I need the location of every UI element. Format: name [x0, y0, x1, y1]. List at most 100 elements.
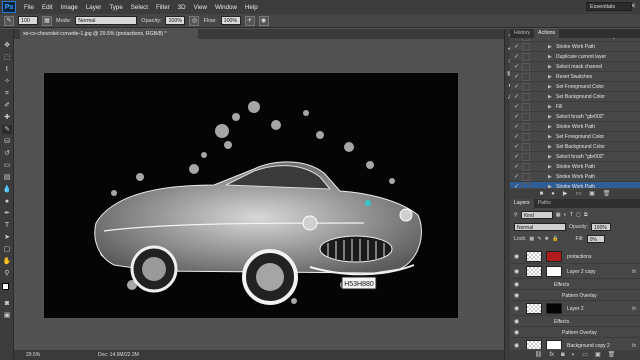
dialog-toggle-box[interactable] [522, 43, 530, 51]
action-row[interactable]: ✓ ▶ Select brush "gbr002" [510, 152, 640, 162]
layer-row[interactable]: ◉ Background copy 2 fx [510, 338, 640, 349]
airbrush-icon[interactable]: ✈ [244, 15, 255, 26]
action-toggle-icon[interactable]: ✓ [514, 54, 520, 60]
menu-3d[interactable]: 3D [174, 4, 190, 11]
add-mask-icon[interactable]: ◙ [561, 350, 565, 360]
new-action-icon[interactable]: ▣ [589, 189, 595, 199]
tab-paths[interactable]: Paths [534, 199, 555, 208]
document-canvas[interactable]: H53H880 [44, 73, 458, 318]
layer-filter-select[interactable]: Kind [520, 211, 553, 219]
action-row[interactable]: ✓ ▶ Stroke Work Path [510, 122, 640, 132]
action-row[interactable]: ✓ ▶ Set Background Color [510, 142, 640, 152]
history-brush-tool-icon[interactable]: ↺ [2, 149, 12, 158]
expand-triangle-icon[interactable]: ▶ [548, 162, 552, 172]
visibility-eye-icon[interactable]: ◉ [514, 281, 519, 288]
hand-tool-icon[interactable]: ✋ [2, 257, 12, 266]
action-row[interactable]: ✓ ▶ Reset Swatches [510, 72, 640, 82]
layer-row[interactable]: ◉ protactions [510, 249, 640, 264]
lock-all-icon[interactable]: 🔒 [552, 236, 558, 242]
action-toggle-icon[interactable]: ✓ [514, 104, 520, 110]
expand-triangle-icon[interactable]: ▶ [548, 112, 552, 122]
dodge-tool-icon[interactable]: ● [2, 197, 12, 206]
effect-row[interactable]: ◉ Effects [510, 279, 640, 290]
visibility-eye-icon[interactable]: ◉ [514, 329, 519, 336]
tab-layers[interactable]: Layers [510, 199, 534, 208]
dialog-toggle-box[interactable] [522, 73, 530, 81]
expand-triangle-icon[interactable]: ▶ [548, 62, 552, 72]
screen-mode-icon[interactable]: ▣ [2, 311, 12, 320]
layer-row[interactable]: ◉ Layer 2 fx [510, 301, 640, 316]
expand-triangle-icon[interactable]: ▶ [548, 82, 552, 92]
flow-field[interactable]: 100% [220, 16, 241, 25]
mode-select[interactable]: Normal [75, 16, 138, 25]
action-toggle-icon[interactable]: ✓ [514, 84, 520, 90]
link-layers-icon[interactable]: ⛓ [535, 350, 543, 360]
menu-file[interactable]: File [20, 4, 38, 11]
brush-tool-icon[interactable]: ✎ [2, 125, 12, 134]
lock-position-icon[interactable]: ✥ [545, 236, 549, 242]
layer-row[interactable]: ◉ Layer 2 copy fx [510, 264, 640, 279]
action-toggle-icon[interactable]: ✓ [514, 164, 520, 170]
action-row[interactable]: ✓ ▶ Stroke Work Path [510, 182, 640, 188]
delete-action-icon[interactable]: 🗑 [603, 189, 611, 199]
new-layer-icon[interactable]: ▣ [595, 350, 601, 360]
eyedropper-tool-icon[interactable]: ✐ [2, 101, 12, 110]
move-tool-icon[interactable]: ✥ [2, 41, 12, 50]
menu-edit[interactable]: Edit [38, 4, 57, 11]
pressure-opacity-icon[interactable]: ◎ [189, 15, 200, 26]
expand-triangle-icon[interactable]: ▶ [548, 102, 552, 112]
action-toggle-icon[interactable]: ✓ [514, 114, 520, 120]
eraser-tool-icon[interactable]: ▭ [2, 161, 12, 170]
action-toggle-icon[interactable]: ✓ [514, 154, 520, 160]
play-icon[interactable]: ▶ [563, 189, 568, 199]
shape-tool-icon[interactable]: ▢ [2, 245, 12, 254]
type-tool-icon[interactable]: T [2, 221, 12, 230]
blur-tool-icon[interactable]: 💧 [2, 185, 12, 194]
blend-mode-select[interactable]: Normal [514, 223, 566, 231]
effect-row[interactable]: ◉ Effects [510, 316, 640, 327]
lock-transparent-icon[interactable]: ▦ [529, 236, 534, 242]
dialog-toggle-box[interactable] [522, 133, 530, 141]
expand-triangle-icon[interactable]: ▶ [548, 182, 552, 188]
brush-tool-icon[interactable]: ✎ [4, 15, 14, 26]
layer-fx-badge[interactable]: fx [632, 343, 636, 349]
dialog-toggle-box[interactable] [522, 103, 530, 111]
dialog-toggle-box[interactable] [522, 173, 530, 181]
action-toggle-icon[interactable]: ✓ [514, 144, 520, 150]
filter-smart-icon[interactable]: ⧉ [584, 212, 588, 219]
healing-brush-tool-icon[interactable]: ✚ [2, 113, 12, 122]
filter-shape-icon[interactable]: ▢ [576, 212, 581, 218]
layer-fx-badge[interactable]: fx [632, 269, 636, 275]
expand-triangle-icon[interactable]: ▶ [548, 132, 552, 142]
effect-row[interactable]: ◉ Pattern Overlay [510, 327, 640, 338]
visibility-eye-icon[interactable]: ◉ [514, 305, 519, 312]
opacity-field[interactable]: 100% [165, 16, 186, 25]
action-row[interactable]: ✓ ▶ Stroke Work Path [510, 42, 640, 52]
action-toggle-icon[interactable]: ✓ [514, 124, 520, 130]
dialog-toggle-box[interactable] [522, 83, 530, 91]
foreground-color-swatch[interactable] [2, 283, 9, 290]
action-toggle-icon[interactable]: ✓ [514, 134, 520, 140]
action-toggle-icon[interactable]: ✓ [514, 74, 520, 80]
menu-select[interactable]: Select [127, 4, 152, 11]
new-group-icon[interactable]: ▭ [582, 350, 588, 360]
dialog-toggle-box[interactable] [522, 123, 530, 131]
tab-actions[interactable]: Actions [534, 29, 560, 38]
expand-triangle-icon[interactable]: ▶ [548, 152, 552, 162]
document-tab[interactable]: xe-co-chevrolet-corvette-1.jpg @ 29.5% (… [20, 29, 198, 39]
action-toggle-icon[interactable]: ✓ [514, 94, 520, 100]
dialog-toggle-box[interactable] [522, 143, 530, 151]
expand-triangle-icon[interactable]: ▶ [548, 72, 552, 82]
visibility-eye-icon[interactable]: ◉ [514, 253, 519, 260]
action-row[interactable]: ✓ ▶ Stroke Work Path [510, 162, 640, 172]
dialog-toggle-box[interactable] [522, 153, 530, 161]
expand-triangle-icon[interactable]: ▶ [548, 42, 552, 52]
expand-triangle-icon[interactable]: ▶ [548, 172, 552, 182]
action-row[interactable]: ✓ ▶ Stroke Work Path [510, 172, 640, 182]
zoom-level[interactable]: 29.5% [26, 352, 40, 358]
quick-mask-icon[interactable]: ◙ [2, 299, 12, 308]
action-toggle-icon[interactable]: ✓ [514, 64, 520, 70]
filter-type-icon[interactable]: T [570, 212, 573, 218]
dialog-toggle-box[interactable] [522, 53, 530, 61]
workspace-switcher[interactable]: Essentials [586, 2, 632, 11]
